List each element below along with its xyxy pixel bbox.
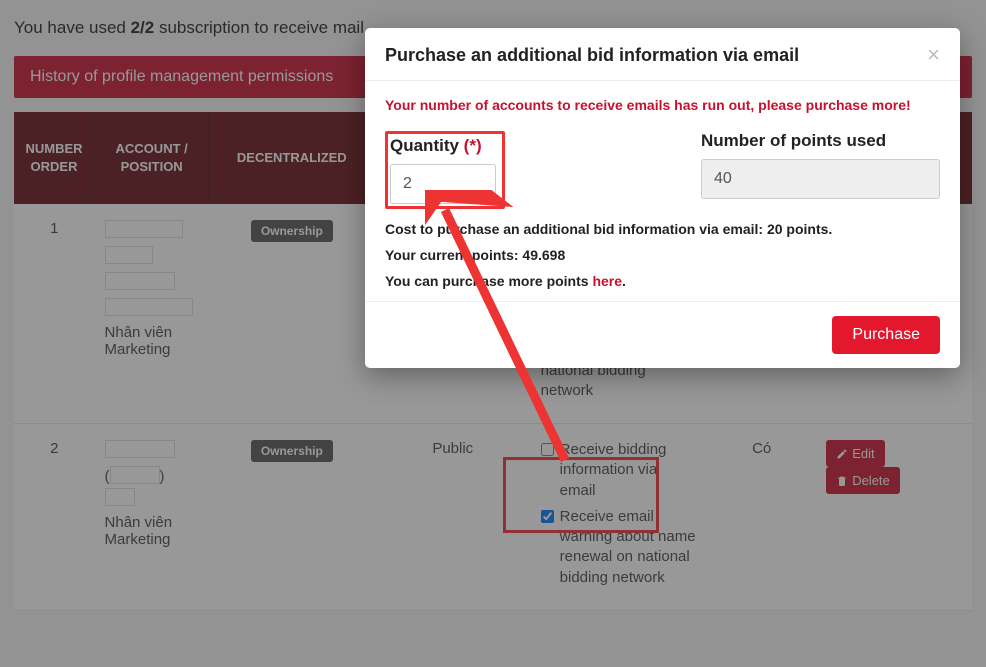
- modal-warning: Your number of accounts to receive email…: [385, 97, 940, 113]
- purchase-button[interactable]: Purchase: [832, 316, 940, 354]
- here-link[interactable]: here: [592, 273, 622, 289]
- close-icon[interactable]: ×: [927, 44, 940, 66]
- quantity-label: Quantity (*): [390, 136, 500, 156]
- modal-title: Purchase an additional bid information v…: [385, 45, 799, 66]
- quantity-highlight: Quantity (*): [385, 131, 505, 209]
- purchase-more-info: You can purchase more points here.: [385, 273, 940, 289]
- current-points-info: Your current points: 49.698: [385, 247, 940, 263]
- quantity-input[interactable]: [390, 164, 496, 204]
- points-input: [701, 159, 940, 199]
- purchase-modal: Purchase an additional bid information v…: [365, 28, 960, 368]
- cost-info: Cost to purchase an additional bid infor…: [385, 221, 940, 237]
- points-label: Number of points used: [701, 131, 940, 151]
